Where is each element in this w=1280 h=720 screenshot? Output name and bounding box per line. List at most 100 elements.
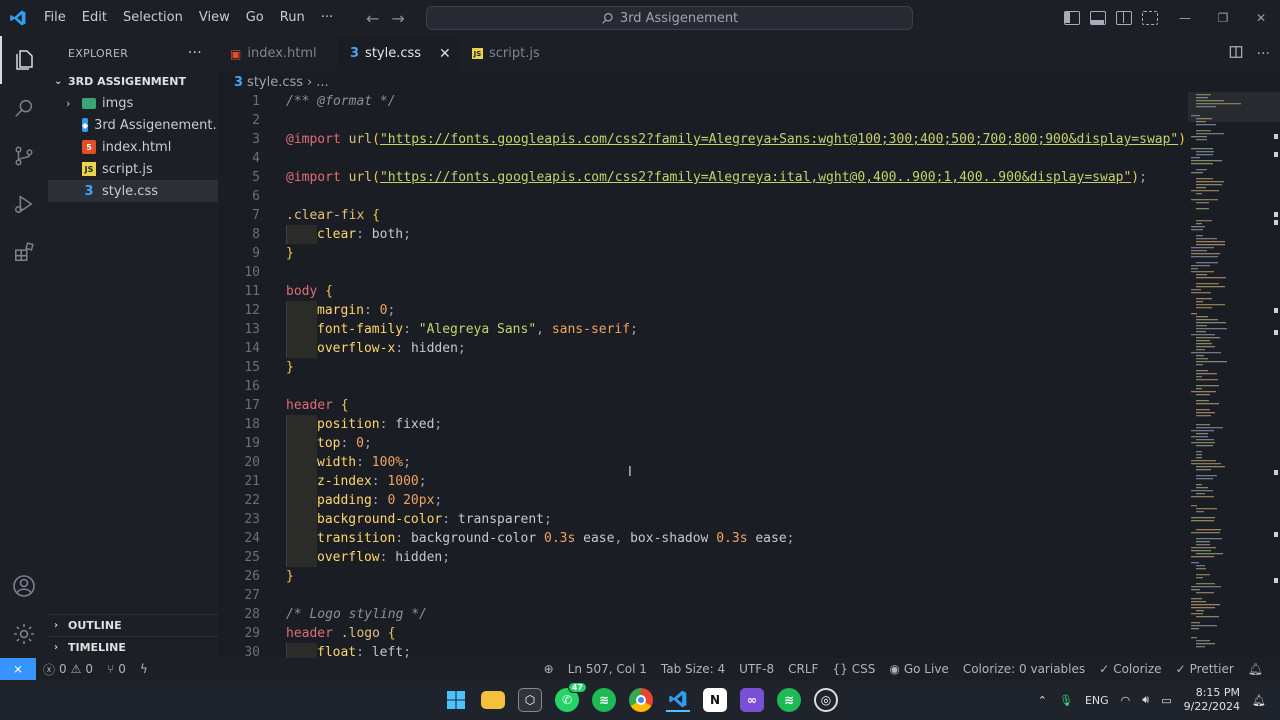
wifi-icon[interactable]: ◠: [1121, 694, 1131, 707]
visual-studio-icon[interactable]: ∞: [740, 688, 764, 712]
tree-item-script-js[interactable]: JS script.js: [48, 158, 218, 180]
obs-icon[interactable]: ◎: [814, 688, 838, 712]
tab-style-css[interactable]: 3 style.css ✕: [338, 36, 460, 71]
vscode-taskbar-icon[interactable]: [666, 688, 690, 712]
code-editor[interactable]: 1/** @format */ 2 3 @import url("https://…: [218, 92, 1188, 658]
menu-go[interactable]: Go: [238, 0, 272, 36]
windows-start-icon[interactable]: [444, 688, 468, 712]
back-arrow-icon[interactable]: ←: [366, 9, 379, 28]
battery-icon[interactable]: ▭: [1161, 694, 1171, 707]
code-line: 28 /* Logo styling */: [218, 605, 1188, 624]
breadcrumb-symbol[interactable]: ...: [316, 75, 328, 90]
volume-icon[interactable]: 🔊︎: [1142, 693, 1149, 707]
tab-index-html[interactable]: ▣ index.html: [218, 36, 338, 71]
minimap-line: [1196, 223, 1202, 225]
app-cube-icon[interactable]: ⬡: [518, 688, 542, 712]
settings-gear-icon[interactable]: [0, 610, 48, 658]
folder-root[interactable]: ⌄ 3RD ASSIGENMENT: [48, 70, 218, 92]
minimize-icon[interactable]: —: [1166, 0, 1204, 36]
close-window-icon[interactable]: ✕: [1242, 0, 1280, 36]
tree-item-style-css[interactable]: 3 style.css: [48, 180, 218, 202]
extensions-icon[interactable]: [0, 228, 48, 276]
encoding[interactable]: UTF-8: [732, 662, 781, 676]
indent-guide: [286, 434, 317, 453]
outline-section[interactable]: › OUTLINE: [48, 614, 218, 636]
code-property: top: [317, 436, 341, 451]
colorize-label: Colorize: [1113, 662, 1162, 676]
editor-more-icon[interactable]: ···: [1257, 46, 1270, 62]
spotify-icon[interactable]: ≋: [592, 688, 616, 712]
lightning-icon[interactable]: ϟ: [133, 662, 155, 676]
minimap-line: [1191, 628, 1199, 630]
line-number: 19: [244, 436, 260, 451]
explorer-more-icon[interactable]: ···: [188, 45, 202, 61]
language-mode[interactable]: {} CSS: [825, 662, 882, 676]
code-string[interactable]: "https://fonts.googleapis.com/css2?famil…: [380, 132, 1178, 147]
toggle-secondary-sidebar-icon[interactable]: [1116, 11, 1132, 25]
split-editor-icon[interactable]: [1229, 45, 1243, 63]
menu-run[interactable]: Run: [272, 0, 313, 36]
minimap-line: [1196, 349, 1205, 351]
minimap-line: [1191, 436, 1208, 438]
menu-selection[interactable]: Selection: [115, 0, 191, 36]
toggle-panel-icon[interactable]: [1090, 11, 1106, 25]
line-number: 28: [244, 607, 260, 622]
restore-icon[interactable]: ❐: [1204, 0, 1242, 36]
accounts-icon[interactable]: [0, 562, 48, 610]
toggle-primary-sidebar-icon[interactable]: [1064, 11, 1080, 25]
zoom-icon[interactable]: ⊕: [537, 662, 561, 676]
folder-images-icon: [82, 97, 96, 109]
colorize-variables[interactable]: Colorize: 0 variables: [956, 662, 1092, 676]
remote-window-icon[interactable]: ⨯: [0, 658, 36, 680]
notifications-bell-icon[interactable]: 🔔︎: [1241, 662, 1270, 676]
minimap-line: [1196, 328, 1227, 330]
source-control-icon[interactable]: [0, 132, 48, 180]
clock[interactable]: 8:15 PM 9/22/2024: [1184, 686, 1240, 714]
minimap-line: [1191, 613, 1203, 615]
tree-item-imgs[interactable]: › imgs: [48, 92, 218, 114]
input-language[interactable]: ENG: [1085, 694, 1109, 707]
tree-item-index-html[interactable]: 5 index.html: [48, 136, 218, 158]
tab-size[interactable]: Tab Size: 4: [654, 662, 732, 676]
vscode-workspace-icon: ◆: [82, 118, 89, 132]
go-live-button[interactable]: ◉ Go Live: [882, 662, 955, 676]
line-endings[interactable]: CRLF: [781, 662, 825, 676]
close-tab-icon[interactable]: ✕: [439, 46, 451, 62]
whatsapp-icon[interactable]: ✆ 47: [555, 682, 587, 712]
code-string[interactable]: "https://fonts.googleapis.com/css2?famil…: [380, 170, 1131, 185]
cursor-position[interactable]: Ln 507, Col 1: [561, 662, 654, 676]
explorer-icon[interactable]: [0, 36, 48, 84]
file-explorer-icon[interactable]: [481, 691, 505, 709]
chrome-icon[interactable]: [629, 688, 653, 712]
ports-indicator[interactable]: ⑂ 0: [100, 662, 133, 676]
customize-layout-icon[interactable]: [1142, 11, 1158, 25]
tab-script-js[interactable]: JS script.js: [460, 36, 570, 71]
menu-edit[interactable]: Edit: [74, 0, 115, 36]
minimap-line: [1196, 616, 1219, 618]
timeline-section[interactable]: › TIMELINE: [48, 636, 218, 658]
code-line: 3 @import url("https://fonts.googleapis.c…: [218, 130, 1188, 149]
run-debug-icon[interactable]: [0, 180, 48, 228]
notion-icon[interactable]: N: [703, 688, 727, 712]
menu-file[interactable]: File: [36, 0, 74, 36]
minimap-line: [1196, 511, 1204, 513]
spotify-icon-2[interactable]: ≋: [777, 688, 801, 712]
show-hidden-icons-chevron-icon[interactable]: ⌃: [1038, 694, 1047, 707]
menu-view[interactable]: View: [191, 0, 238, 36]
code-property: width: [317, 455, 357, 470]
breadcrumb-file[interactable]: style.css: [247, 75, 303, 90]
microphone-icon[interactable]: 🎙︎: [1059, 694, 1073, 707]
forward-arrow-icon[interactable]: →: [391, 9, 404, 28]
minimap[interactable]: [1188, 92, 1280, 658]
tree-item-workspace[interactable]: ◆ 3rd Assigenement...: [48, 114, 218, 136]
notification-bell-icon[interactable]: 🔔︎: [1252, 694, 1266, 707]
code-value: hidden: [410, 341, 458, 356]
colorize-button[interactable]: ✓ Colorize: [1092, 662, 1168, 676]
problems-indicator[interactable]: ⓧ 0 ⚠ 0: [36, 661, 100, 678]
prettier-button[interactable]: ✓ Prettier: [1169, 662, 1241, 676]
search-icon[interactable]: [0, 84, 48, 132]
menu-more[interactable]: ···: [313, 0, 341, 36]
minimap-line: [1191, 271, 1214, 273]
command-center-search[interactable]: 3rd Assigenement: [426, 6, 913, 30]
code-selector: header: [286, 626, 333, 641]
